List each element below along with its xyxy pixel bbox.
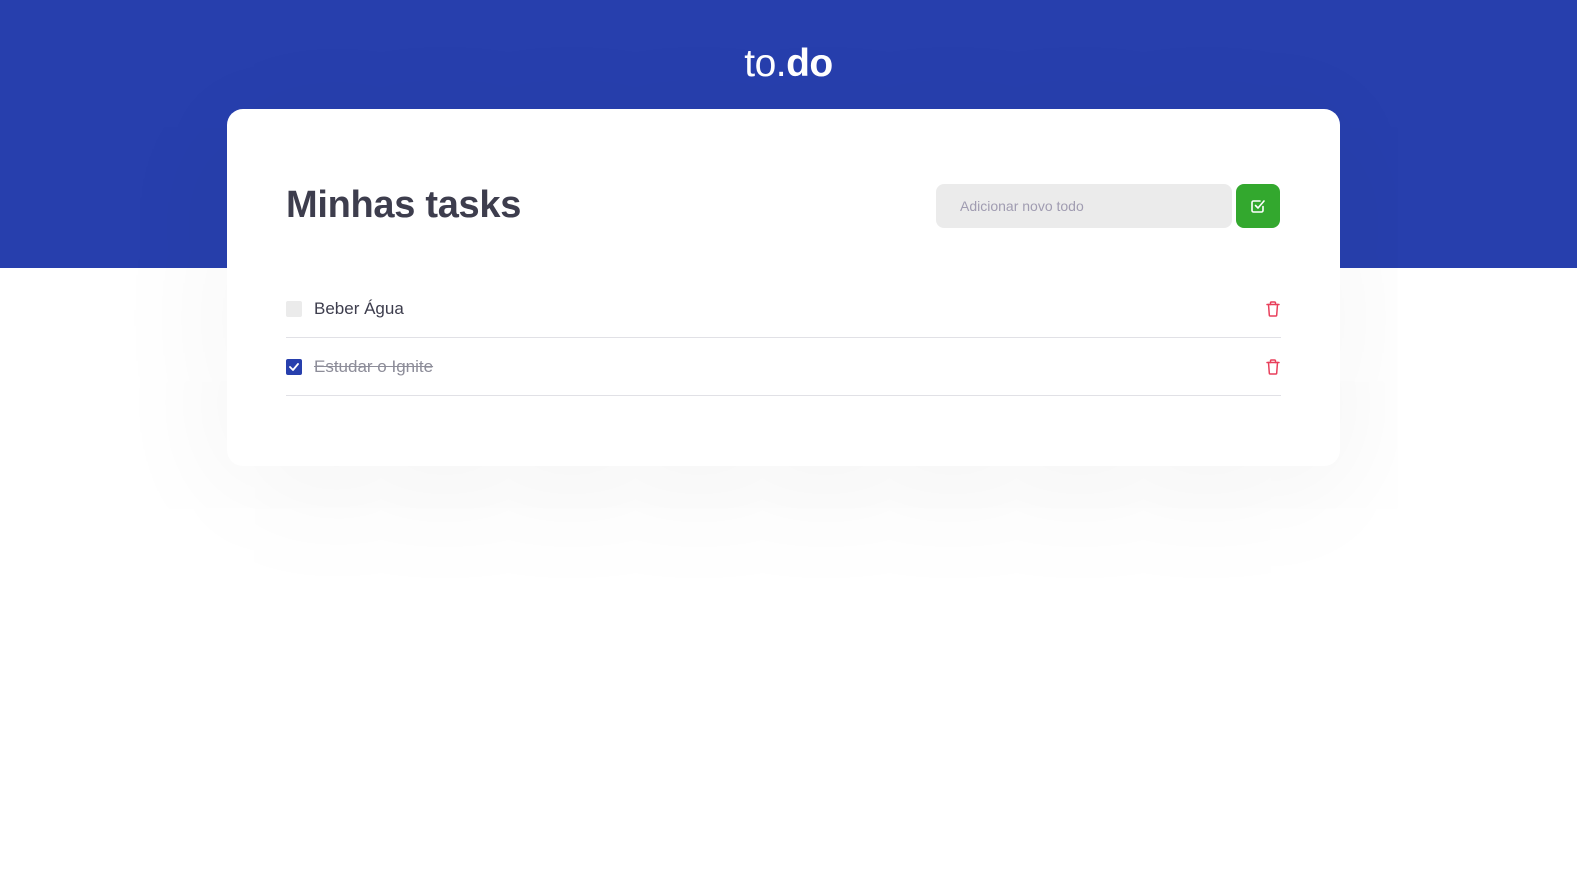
new-todo-input[interactable]: [936, 184, 1232, 228]
task-title: Beber Água: [314, 298, 404, 318]
logo-light-text: to.: [744, 42, 787, 85]
task-checkbox[interactable]: [286, 358, 302, 375]
tasks-card: Minhas tasks Beber Água: [227, 109, 1340, 466]
check-square-icon: [1250, 198, 1266, 214]
check-icon: [289, 362, 299, 371]
task-row: Estudar o Ignite: [286, 338, 1281, 396]
task-list: Beber Água Estudar o Ignite: [286, 280, 1281, 396]
page-title: Minhas tasks: [286, 184, 522, 226]
task-title: Estudar o Ignite: [314, 356, 434, 376]
new-todo-form: [936, 184, 1280, 228]
task-checkbox[interactable]: [286, 300, 302, 317]
delete-task-button[interactable]: [1265, 358, 1281, 376]
logo-bold-text: do: [786, 42, 833, 85]
add-todo-button[interactable]: [1236, 184, 1280, 228]
app-logo: to.do: [0, 40, 1577, 88]
trash-icon: [1266, 300, 1280, 317]
delete-task-button[interactable]: [1265, 300, 1281, 318]
task-row: Beber Água: [286, 280, 1281, 338]
trash-icon: [1266, 358, 1280, 375]
